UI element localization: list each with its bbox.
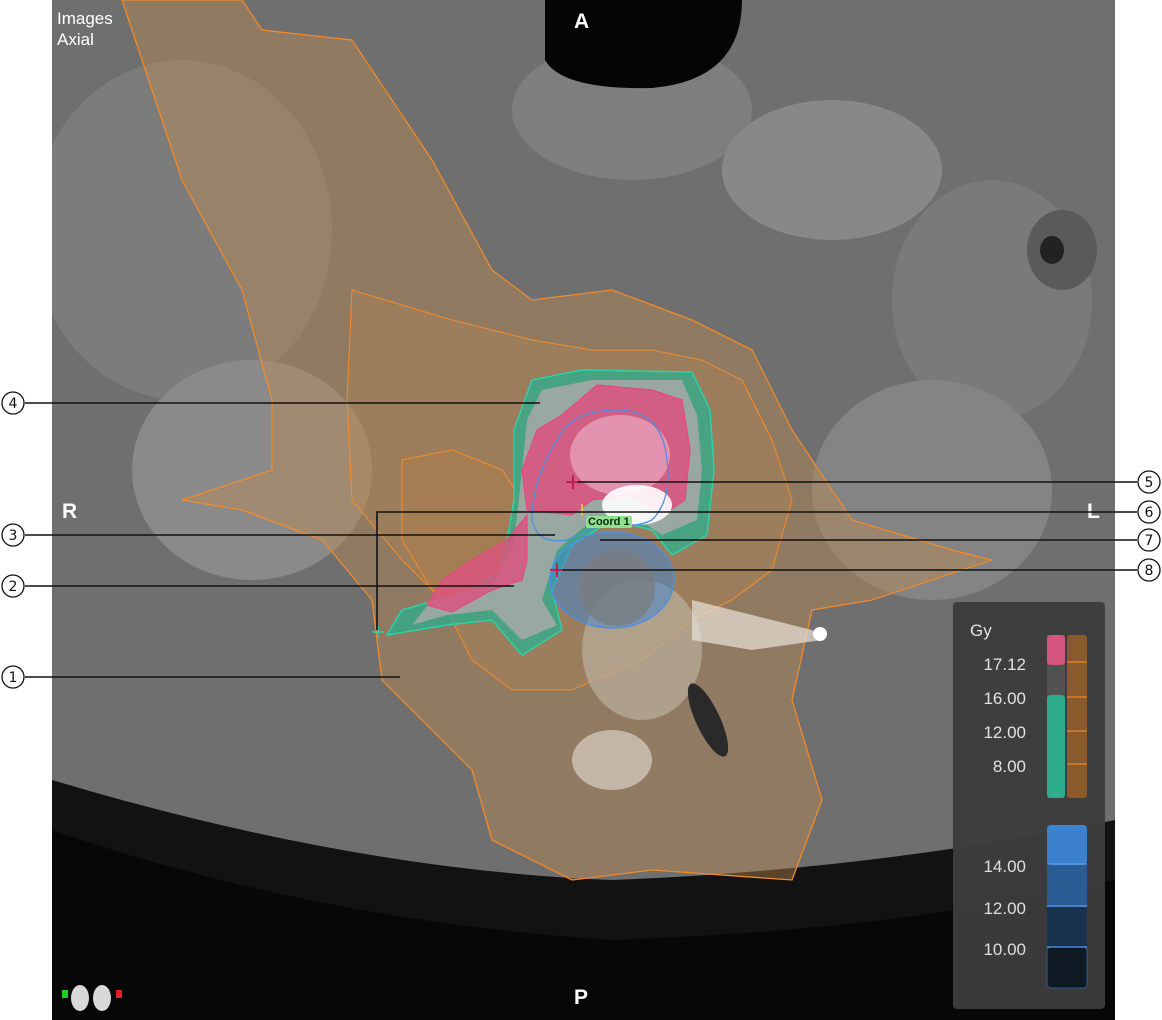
callout-6: 6 — [1145, 505, 1154, 521]
callout-1: 1 — [9, 670, 18, 686]
callout-3: 3 — [9, 528, 18, 544]
callout-8: 8 — [1145, 563, 1154, 579]
callout-4: 4 — [9, 396, 18, 412]
callout-layer: 1 2 3 4 5 6 7 8 — [1, 391, 1161, 689]
callout-5: 5 — [1145, 475, 1154, 491]
callout-7: 7 — [1145, 533, 1154, 549]
callout-2: 2 — [9, 579, 18, 595]
